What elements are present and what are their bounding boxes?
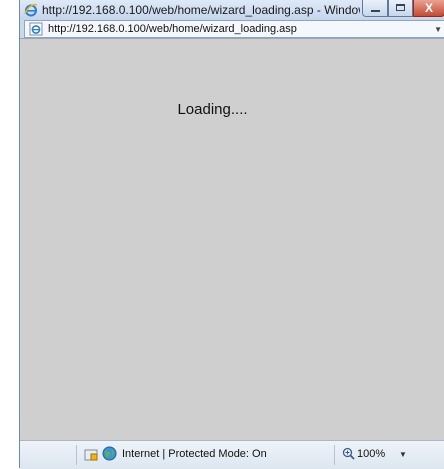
browser-window: http://192.168.0.100/web/home/wizard_loa… (19, 0, 444, 469)
security-zone-text[interactable]: Internet | Protected Mode: On (122, 447, 267, 461)
minimize-icon (371, 10, 380, 12)
maximize-button[interactable] (388, 0, 413, 17)
globe-icon[interactable] (102, 446, 117, 461)
window-title: http://192.168.0.100/web/home/wizard_loa… (42, 3, 360, 17)
zoom-level[interactable]: 100% (357, 447, 385, 461)
ie-page-icon (29, 22, 43, 36)
zoom-icon[interactable] (342, 447, 355, 460)
address-bar[interactable]: http://192.168.0.100/web/home/wizard_loa… (24, 20, 444, 38)
security-zone-icon[interactable] (84, 447, 98, 461)
dropdown-arrow-icon[interactable]: ▼ (434, 25, 442, 34)
loading-message: Loading.... (177, 101, 248, 118)
ie-logo-icon (24, 4, 38, 17)
close-button[interactable]: X (413, 0, 444, 17)
status-bar: Internet | Protected Mode: On 100% ▼ (20, 440, 444, 469)
page-content: Loading.... (20, 38, 444, 441)
minimize-button[interactable] (362, 0, 388, 17)
zoom-dropdown-icon[interactable]: ▼ (399, 450, 407, 459)
status-separator (76, 445, 77, 465)
maximize-icon (396, 4, 405, 11)
address-url[interactable]: http://192.168.0.100/web/home/wizard_loa… (48, 23, 297, 36)
close-icon: X (424, 1, 433, 15)
status-separator (334, 445, 335, 465)
title-bar[interactable]: http://192.168.0.100/web/home/wizard_loa… (20, 0, 444, 20)
